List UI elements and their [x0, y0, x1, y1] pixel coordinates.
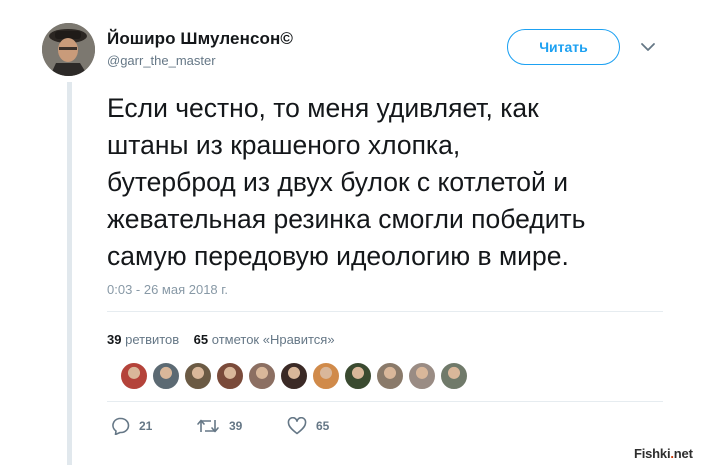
like-button[interactable]: 65 [287, 417, 329, 435]
watermark-main: Fishki [634, 446, 671, 461]
retweet-button[interactable]: 39 [196, 417, 242, 435]
liker-avatar[interactable] [120, 362, 148, 390]
chevron-down-icon[interactable] [640, 40, 656, 52]
liker-avatars [120, 362, 472, 390]
author-display-name[interactable]: Йоширо Шмуленсон© [107, 29, 293, 49]
retweets-count[interactable]: 39 [107, 332, 121, 347]
liker-avatar[interactable] [344, 362, 372, 390]
liker-avatar[interactable] [152, 362, 180, 390]
author-avatar[interactable] [42, 23, 95, 76]
watermark-end: net [673, 446, 693, 461]
liker-avatar[interactable] [184, 362, 212, 390]
reply-icon [112, 417, 130, 435]
follow-button[interactable]: Читать [507, 29, 620, 65]
liker-avatar[interactable] [440, 362, 468, 390]
retweet-count: 39 [229, 419, 243, 433]
liker-avatar[interactable] [408, 362, 436, 390]
author-handle[interactable]: @garr_the_master [107, 53, 216, 68]
thread-line [67, 82, 72, 465]
tweet-text: Если честно, то меня удивляет, как штаны… [107, 93, 586, 271]
heart-icon [287, 417, 307, 435]
retweets-label[interactable]: ретвитов [125, 332, 179, 347]
liker-avatar[interactable] [376, 362, 404, 390]
divider-top [107, 311, 663, 312]
like-count: 65 [316, 419, 330, 433]
liker-avatar[interactable] [280, 362, 308, 390]
liker-avatar[interactable] [312, 362, 340, 390]
divider-bottom [107, 401, 663, 402]
liker-avatar[interactable] [216, 362, 244, 390]
retweet-icon [197, 419, 219, 433]
reply-button[interactable]: 21 [110, 417, 152, 435]
liker-avatar[interactable] [248, 362, 276, 390]
engagement-stats: 39 ретвитов 65 отметок «Нравится» [107, 332, 335, 347]
likes-label[interactable]: отметок «Нравится» [212, 332, 335, 347]
watermark: Fishki.net [634, 446, 693, 461]
tweet-timestamp[interactable]: 0:03 - 26 мая 2018 г. [107, 282, 228, 297]
reply-count: 21 [139, 419, 153, 433]
likes-count[interactable]: 65 [194, 332, 208, 347]
